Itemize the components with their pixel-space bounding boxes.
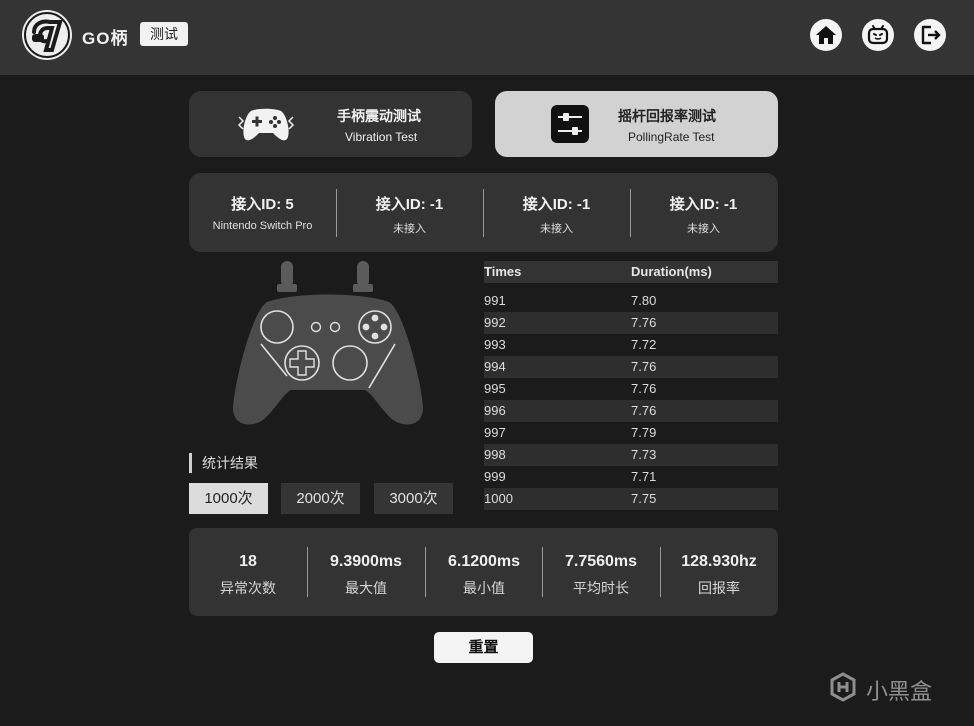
polling-rate-test-card[interactable]: 摇杆回报率测试 PollingRate Test	[495, 91, 778, 157]
vibration-test-title: 手柄震动测试	[337, 108, 421, 124]
table-row: 999 7.71	[484, 466, 778, 488]
cell-times: 997	[484, 425, 506, 440]
summary-panel: 18 异常次数 9.3900ms 最大值 6.1200ms 最小值 7.7560…	[189, 528, 778, 616]
connection-slot[interactable]: 接入ID: 5 Nintendo Switch Pro	[189, 173, 336, 252]
cell-times: 999	[484, 469, 506, 484]
summary-label: 异常次数	[220, 580, 276, 596]
connection-status: 未接入	[687, 223, 720, 235]
connection-slot[interactable]: 接入ID: -1 未接入	[630, 173, 777, 252]
summary-label: 最大值	[345, 580, 387, 596]
column-header-times: Times	[484, 264, 522, 279]
cell-duration: 7.79	[631, 425, 657, 440]
connection-id: 接入ID: -1	[522, 196, 591, 213]
summary-polling-rate: 128.930hz 回报率	[660, 528, 778, 616]
table-row: 991 7.80	[484, 290, 778, 312]
table-row: 995 7.76	[484, 378, 778, 400]
connection-id: 接入ID: 5	[231, 196, 294, 213]
vibration-test-subtitle: Vibration Test	[345, 130, 418, 144]
cell-duration: 7.80	[631, 293, 657, 308]
column-header-duration: Duration(ms)	[631, 264, 712, 279]
app-logo	[22, 10, 72, 60]
summary-label: 平均时长	[573, 580, 629, 596]
cell-times: 994	[484, 359, 506, 374]
gamepad-illustration	[233, 261, 423, 425]
logout-icon[interactable]	[914, 19, 946, 51]
connection-status: 未接入	[393, 223, 426, 235]
connection-id: 接入ID: -1	[375, 196, 444, 213]
connection-status: Nintendo Switch Pro	[212, 220, 313, 232]
connections-panel: 接入ID: 5 Nintendo Switch Pro 接入ID: -1 未接入…	[189, 173, 778, 252]
reset-button[interactable]: 重置	[434, 632, 533, 663]
mode-badge: 测试	[140, 22, 188, 46]
table-header: Times Duration(ms)	[484, 261, 778, 283]
summary-value: 7.7560ms	[564, 553, 638, 570]
cell-times: 996	[484, 403, 506, 418]
gamepad-vibrate-icon	[237, 108, 295, 141]
cell-duration: 7.72	[631, 337, 657, 352]
cell-times: 991	[484, 293, 506, 308]
table-row: 993 7.72	[484, 334, 778, 356]
summary-label: 回报率	[698, 580, 740, 596]
count-1000-button[interactable]: 1000次	[189, 483, 268, 514]
summary-label: 最小值	[463, 580, 505, 596]
summary-value: 9.3900ms	[329, 553, 403, 570]
table-row: 994 7.76	[484, 356, 778, 378]
summary-max: 9.3900ms 最大值	[307, 528, 425, 616]
cell-duration: 7.71	[631, 469, 657, 484]
xiaoheihe-logo-icon	[830, 672, 856, 702]
connection-id: 接入ID: -1	[669, 196, 738, 213]
cell-times: 993	[484, 337, 506, 352]
summary-value: 6.1200ms	[447, 553, 521, 570]
cell-duration: 7.76	[631, 403, 657, 418]
summary-value: 18	[239, 553, 257, 570]
summary-average: 7.7560ms 平均时长	[542, 528, 660, 616]
count-3000-button[interactable]: 3000次	[374, 483, 453, 514]
top-bar: GO柄 测试	[0, 0, 974, 75]
stats-heading: 统计结果	[189, 453, 258, 473]
table-row: 997 7.79	[484, 422, 778, 444]
cell-duration: 7.73	[631, 447, 657, 462]
cell-times: 998	[484, 447, 506, 462]
cell-times: 992	[484, 315, 506, 330]
cell-duration: 7.76	[631, 315, 657, 330]
watermark: 小黑盒	[866, 679, 933, 704]
summary-value: 128.930hz	[681, 553, 757, 570]
table-row: 998 7.73	[484, 444, 778, 466]
table-row: 992 7.76	[484, 312, 778, 334]
cell-duration: 7.76	[631, 359, 657, 374]
polling-rate-test-subtitle: PollingRate Test	[628, 130, 715, 144]
connection-slot[interactable]: 接入ID: -1 未接入	[483, 173, 630, 252]
table-row: 996 7.76	[484, 400, 778, 422]
cell-duration: 7.76	[631, 381, 657, 396]
app-name: GO柄	[82, 29, 129, 48]
connection-status: 未接入	[540, 223, 573, 235]
home-icon[interactable]	[810, 19, 842, 51]
summary-min: 6.1200ms 最小值	[425, 528, 543, 616]
polling-rate-test-title: 摇杆回报率测试	[618, 108, 716, 124]
sliders-icon	[551, 105, 589, 143]
table-row: 1000 7.75	[484, 488, 778, 510]
bilibili-icon[interactable]	[862, 19, 894, 51]
connection-slot[interactable]: 接入ID: -1 未接入	[336, 173, 483, 252]
count-2000-button[interactable]: 2000次	[281, 483, 360, 514]
cell-duration: 7.75	[631, 491, 657, 506]
vibration-test-card[interactable]: 手柄震动测试 Vibration Test	[189, 91, 472, 157]
cell-times: 995	[484, 381, 506, 396]
cell-times: 1000	[484, 491, 513, 506]
polling-table: Times Duration(ms) 991 7.80 992 7.76 993 7.…	[484, 261, 778, 510]
summary-anomaly-count: 18 异常次数	[189, 528, 307, 616]
